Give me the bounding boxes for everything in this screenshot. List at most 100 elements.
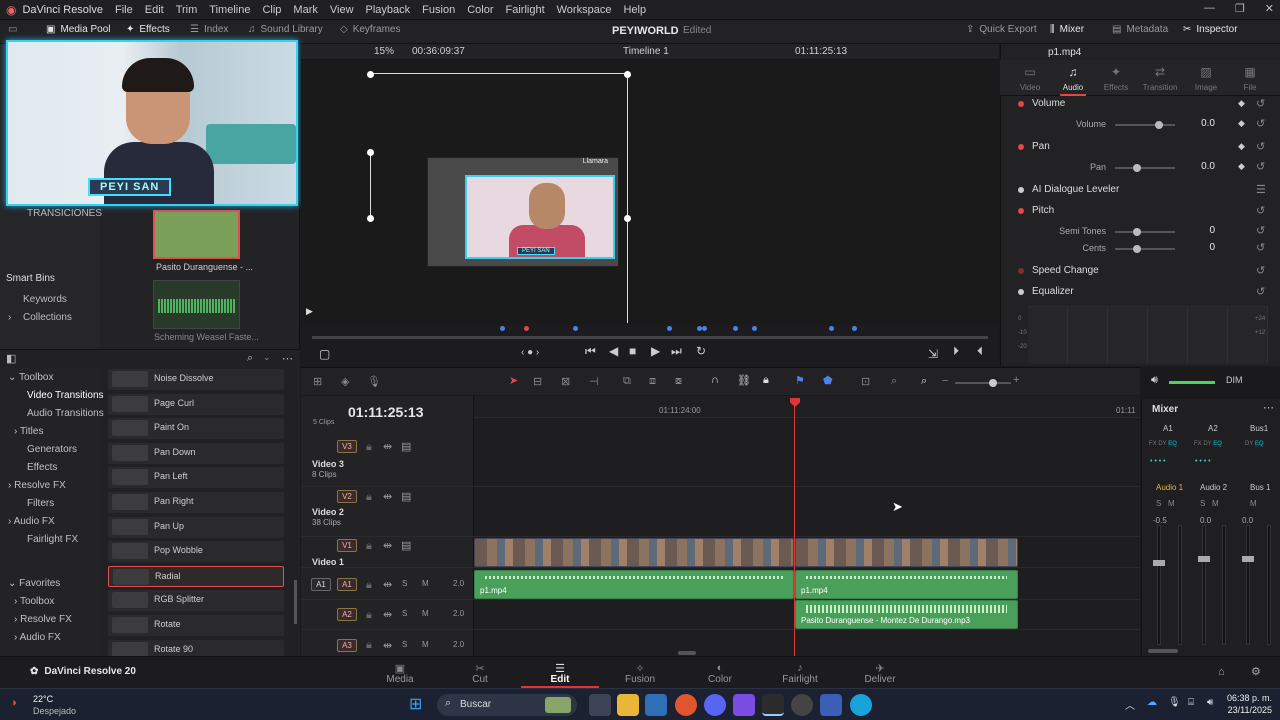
panel-toggle-icon[interactable]: ◧ (6, 352, 16, 365)
mute-button[interactable]: M (422, 640, 429, 649)
maximize-icon[interactable]: ❐ (1235, 2, 1245, 15)
equalizer-graph[interactable] (1028, 306, 1268, 364)
enable-dot-icon[interactable] (1018, 208, 1024, 214)
tree-fav-resolve-fx[interactable]: › Resolve FX (14, 614, 72, 625)
page-tab-media[interactable]: Media (370, 674, 430, 685)
monitor-icon[interactable]: ▤ (401, 440, 411, 453)
semitones-value[interactable]: 0 (1185, 225, 1215, 236)
lock-icon[interactable]: 🔒︎ (366, 491, 372, 504)
tree-effects[interactable]: Effects (27, 462, 57, 473)
tree-fairlight-fx[interactable]: Fairlight FX (27, 534, 78, 545)
reset-icon[interactable]: ↺ (1256, 285, 1265, 298)
bin-transitions[interactable]: TRANSICIONES (27, 208, 102, 219)
volume-value[interactable]: 0.0 (1185, 118, 1215, 129)
menu-item[interactable]: Trim (176, 4, 198, 16)
zoom-in-icon[interactable]: + (1013, 374, 1019, 386)
snapping-icon[interactable]: ∩ (711, 374, 719, 386)
zoom-full-icon[interactable]: ⊡ (861, 375, 870, 388)
pan-value[interactable]: 0.0 (1185, 161, 1215, 172)
track-dest-a1[interactable]: A1 (311, 578, 331, 591)
weather-temp[interactable]: 22°C (33, 694, 53, 704)
transition-item[interactable]: Pan Down (108, 442, 284, 464)
zoom-slider[interactable] (955, 379, 1011, 387)
chevron-down-icon[interactable]: ⌄ (263, 352, 271, 363)
keyframes-button[interactable]: ◇ Keyframes (340, 24, 401, 35)
auto-select-icon[interactable]: ⇹ (383, 578, 392, 591)
transition-item[interactable]: Pan Right (108, 492, 284, 513)
menu-item[interactable]: Mark (293, 4, 317, 16)
minimize-icon[interactable]: — (1204, 2, 1215, 15)
mixer-pan-a1[interactable]: • • • • (1150, 458, 1166, 465)
stop-icon[interactable]: ■ (629, 344, 636, 358)
page-color-icon[interactable]: ◐ (690, 662, 750, 674)
zoom-detail-icon[interactable]: ⌕ (891, 375, 897, 388)
insert-icon[interactable]: ⧉ (623, 375, 631, 388)
layout-icon[interactable]: ⊞ (313, 375, 322, 388)
timeline-marker[interactable] (829, 326, 834, 331)
tree-favorites[interactable]: ⌄ Favorites (8, 578, 60, 589)
page-tab-edit[interactable]: Edit (530, 674, 590, 685)
reset-icon[interactable]: ↺ (1256, 160, 1265, 173)
resolve-taskbar-icon[interactable] (762, 694, 784, 716)
menu-item[interactable]: Color (467, 4, 493, 16)
loop-icon[interactable]: ↻ (696, 344, 706, 358)
auto-select-icon[interactable]: ⇹ (383, 440, 392, 453)
trim-tool-icon[interactable]: ⊟ (533, 375, 542, 388)
task-view-icon[interactable] (589, 694, 611, 716)
audio-clip[interactable]: p1.mp4 (474, 570, 794, 599)
dim-button[interactable]: DIM (1226, 375, 1243, 385)
keyframe-icon[interactable]: ◆ (1238, 98, 1245, 109)
dy-button[interactable]: DY (1203, 441, 1211, 447)
cents-value[interactable]: 0 (1185, 242, 1215, 253)
safe-area-icon[interactable]: ▢ (319, 347, 330, 361)
smart-bin-keywords[interactable]: Keywords (23, 294, 67, 305)
close-icon[interactable]: ✕ (1265, 2, 1274, 15)
enable-dot-icon[interactable] (1018, 144, 1024, 150)
transition-item[interactable]: Pan Up (108, 516, 284, 538)
mixer-m-bus1[interactable]: M (1250, 499, 1257, 508)
sound-library-button[interactable]: ♫ Sound Library (248, 24, 323, 35)
enable-dot-icon[interactable] (1018, 268, 1024, 274)
dy-button[interactable]: DY (1158, 441, 1166, 447)
zoom-level[interactable]: 15% (374, 46, 394, 57)
transform-handle[interactable] (367, 71, 374, 78)
track-badge-v2[interactable]: V2 (337, 490, 357, 503)
timeline-marker[interactable] (752, 326, 757, 331)
clock-date[interactable]: 23/11/2025 (1222, 705, 1272, 715)
monitor-icon[interactable]: ▤ (401, 539, 411, 552)
tree-resolve-fx[interactable]: › Resolve FX (8, 480, 66, 491)
track-badge-v1[interactable]: V1 (337, 539, 357, 552)
tree-fav-audio-fx[interactable]: › Audio FX (14, 632, 61, 643)
zoom-custom-icon[interactable]: ⌕ (921, 375, 927, 388)
skip-end-icon[interactable]: ⏭ (671, 344, 682, 359)
eq-button[interactable]: EQ (1168, 441, 1177, 447)
marker-icon[interactable]: ⬟ (823, 374, 833, 387)
more-options-icon[interactable]: ⋯ (282, 352, 293, 365)
tree-audio-transitions[interactable]: Audio Transitions (27, 408, 104, 419)
solo-button[interactable]: S (402, 609, 407, 618)
lock-icon[interactable]: 🔒︎ (366, 540, 372, 553)
mixer-pan-a2[interactable]: • • • • (1195, 458, 1211, 465)
enable-dot-icon[interactable] (1018, 289, 1024, 295)
page-tab-deliver[interactable]: Deliver (850, 674, 910, 685)
settings-icon[interactable]: ⚙ (1251, 665, 1261, 678)
metadata-button[interactable]: ▤ Metadata (1112, 24, 1168, 35)
image-tab[interactable]: Image (1186, 83, 1226, 92)
timeline-marker[interactable] (500, 326, 505, 331)
mute-button[interactable]: M (422, 579, 429, 588)
track-badge-a2[interactable]: A2 (337, 608, 357, 621)
network-icon[interactable]: ⌸ (1188, 697, 1194, 708)
track-badge-a3[interactable]: A3 (337, 639, 357, 652)
transition-item[interactable]: Radial (108, 565, 284, 587)
microphone-icon[interactable]: 🎙︎ (1168, 697, 1181, 708)
effects-scrollbar[interactable] (294, 580, 297, 624)
solo-button[interactable]: S (402, 640, 407, 649)
keyframe-icon[interactable]: ◆ (1238, 141, 1245, 152)
monitor-volume-slider[interactable] (1169, 381, 1215, 384)
menu-item[interactable]: View (330, 4, 354, 16)
transform-handle[interactable] (367, 149, 374, 156)
timeline-marker[interactable] (733, 326, 738, 331)
page-fairlight-icon[interactable]: ♪ (770, 662, 830, 674)
menu-item[interactable]: File (115, 4, 133, 16)
lock-icon[interactable]: 🔒︎ (366, 579, 372, 592)
